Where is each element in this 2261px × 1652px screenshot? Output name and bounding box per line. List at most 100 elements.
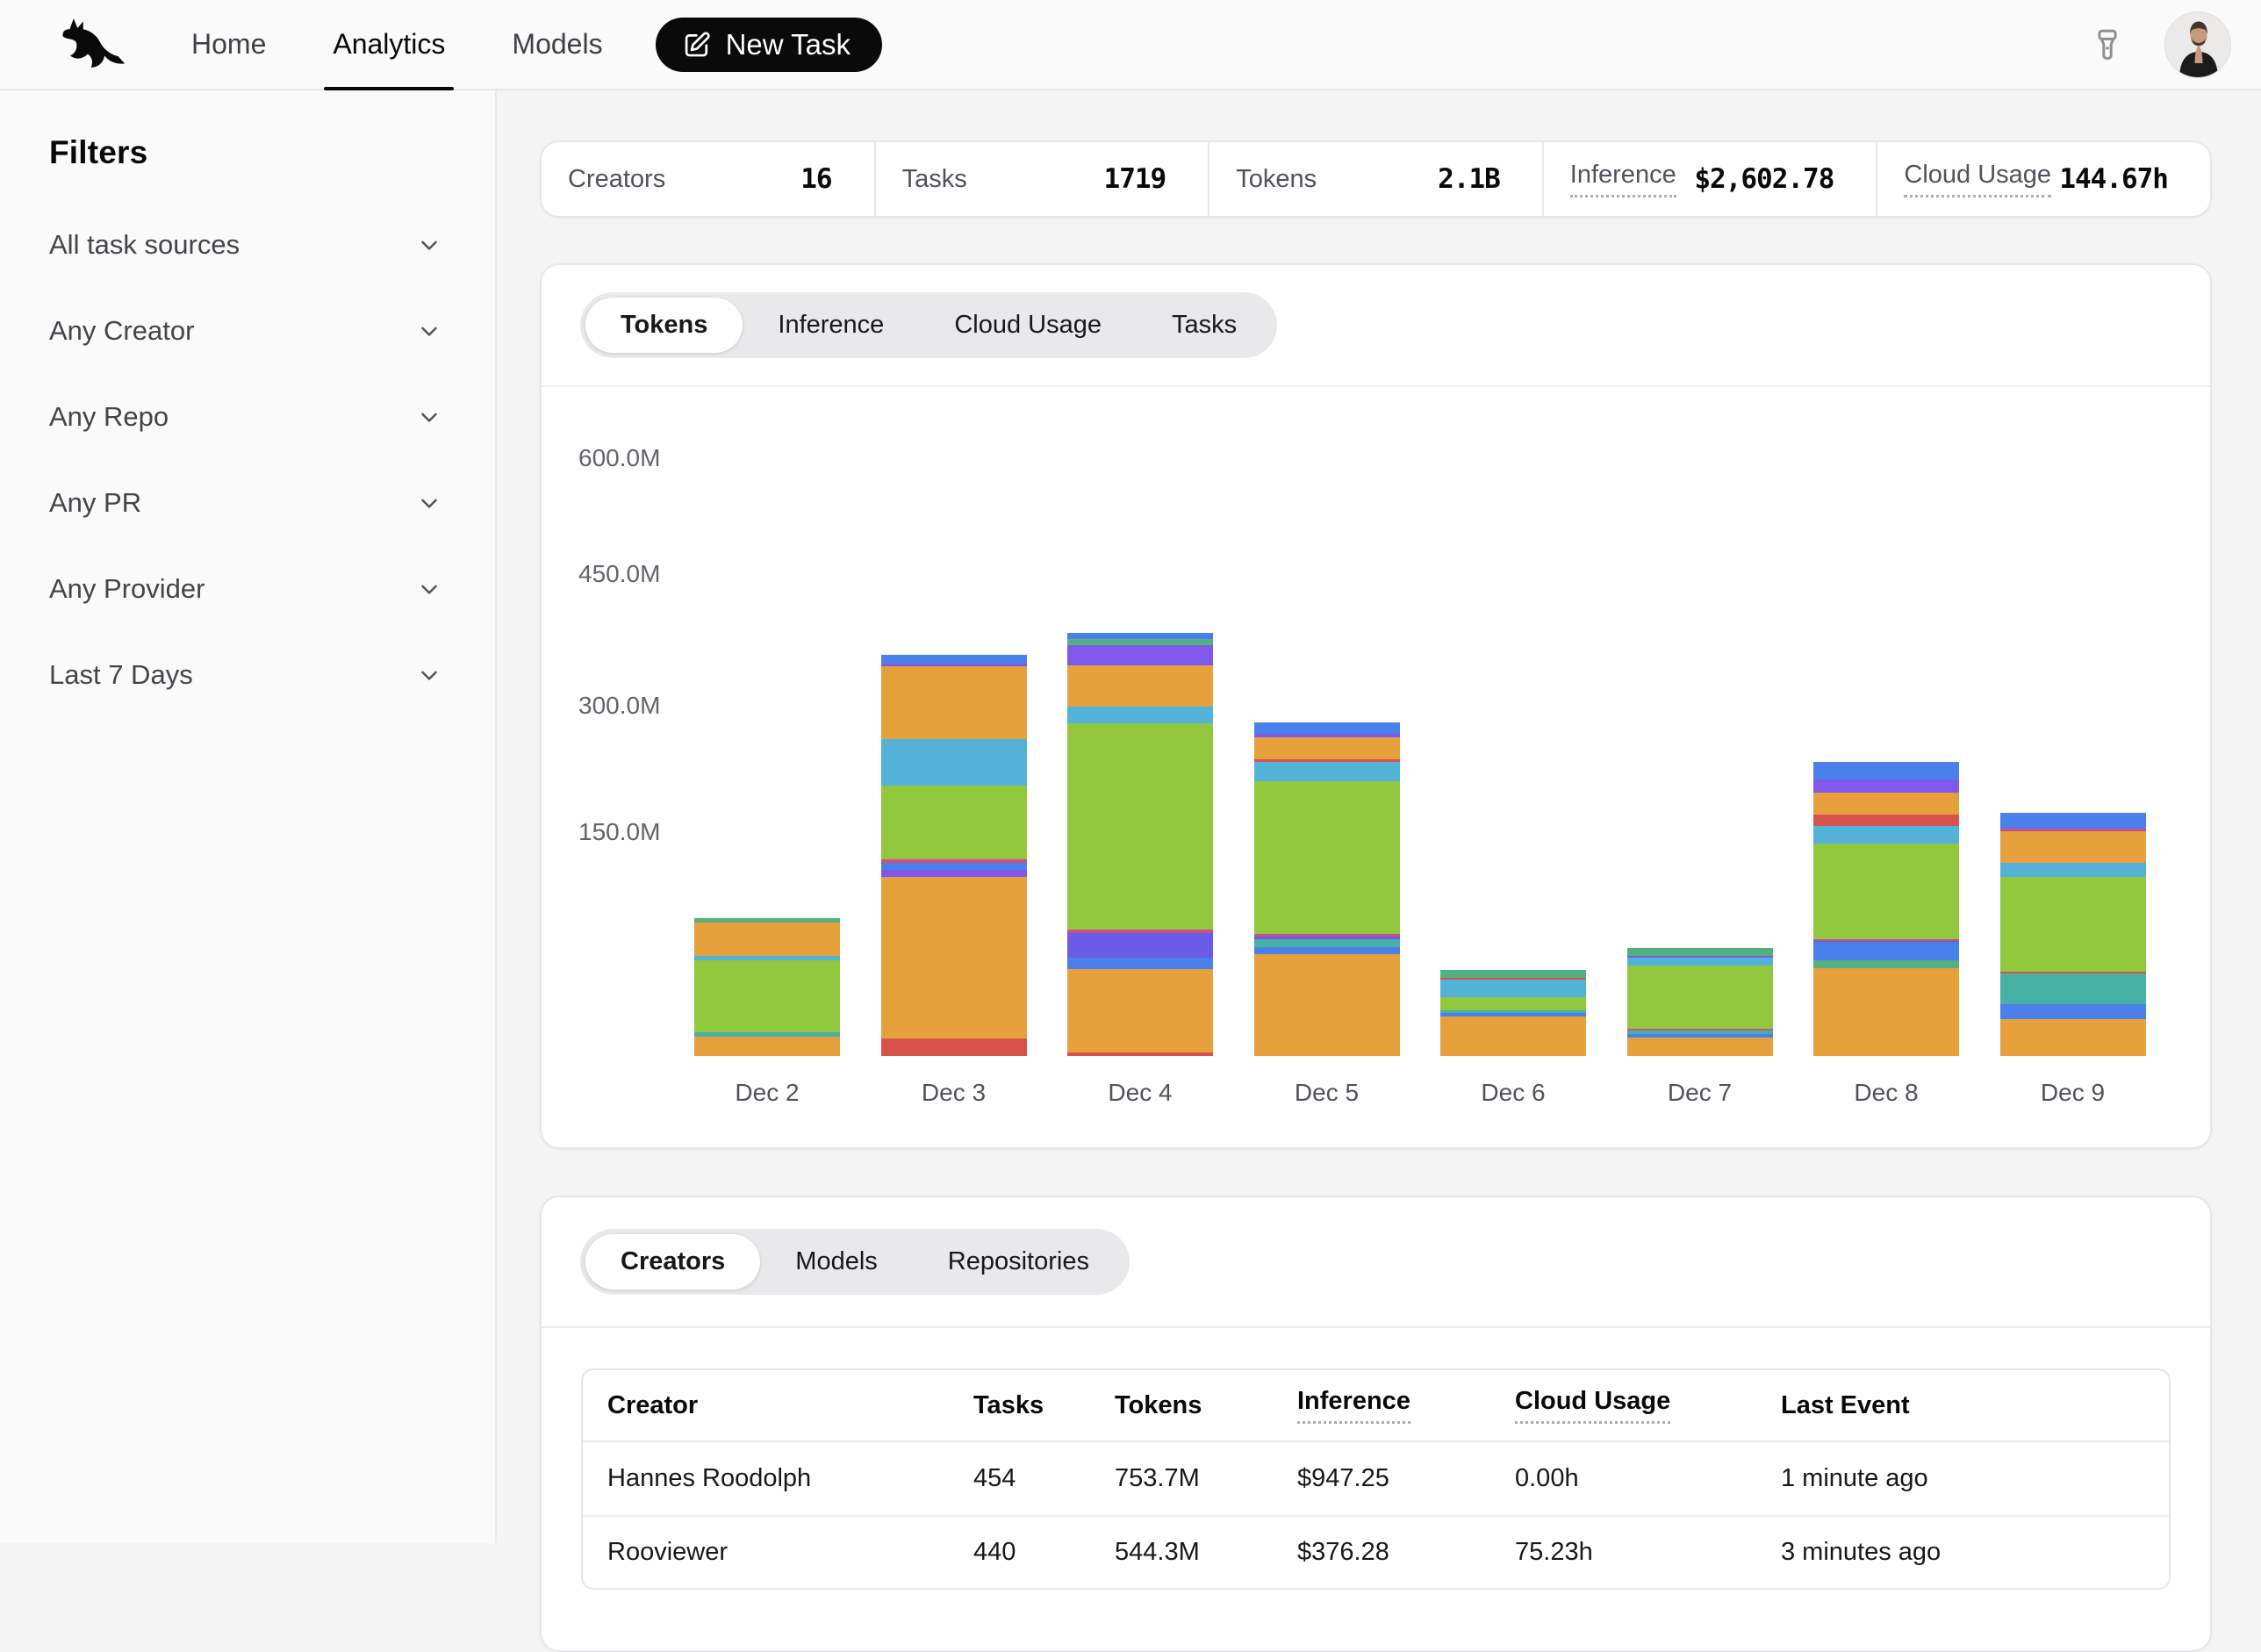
bar-segment-green[interactable]: [1627, 966, 1773, 1029]
x-axis-label: Dec 5: [1233, 1079, 1421, 1107]
bar-segment-orange[interactable]: [2000, 1019, 2146, 1056]
bar-segment-orange[interactable]: [1813, 968, 1959, 1056]
bar-segment-blue[interactable]: [1067, 958, 1213, 969]
filter-dropdown[interactable]: Any Repo: [49, 394, 442, 440]
table-row[interactable]: Hannes Roodolph454753.7M$947.250.00h1 mi…: [583, 1442, 2169, 1515]
bar-segment-orange[interactable]: [881, 666, 1027, 739]
table-cell-tasks: 454: [973, 1464, 1115, 1493]
bar-segment-indigo[interactable]: [1067, 933, 1213, 958]
bar-segment-orange[interactable]: [1254, 954, 1400, 1056]
bar-dec-7[interactable]: [1627, 948, 1773, 1056]
bar-dec-2[interactable]: [694, 918, 840, 1056]
bar-segment-skyblue[interactable]: [1813, 826, 1959, 844]
bar-segment-seagreen[interactable]: [1813, 960, 1959, 969]
bar-dec-6[interactable]: [1440, 970, 1586, 1056]
bar-segment-orange[interactable]: [694, 923, 840, 955]
main-content: Creators 16 Tasks 1719 Tokens 2.1B Infer…: [497, 90, 2261, 1543]
bar-segment-green[interactable]: [1067, 723, 1213, 930]
bar-segment-orange[interactable]: [1067, 969, 1213, 1052]
filter-dropdown[interactable]: Last 7 Days: [49, 652, 442, 698]
bar-dec-3[interactable]: [881, 655, 1027, 1056]
kangaroo-logo-icon: [54, 14, 131, 75]
new-task-button[interactable]: New Task: [656, 18, 882, 72]
bar-segment-red[interactable]: [1067, 1052, 1213, 1056]
bar-segment-green[interactable]: [1813, 844, 1959, 939]
nav-item[interactable]: Analytics: [299, 0, 478, 89]
bar-segment-green[interactable]: [1254, 781, 1400, 934]
bar-segment-blue[interactable]: [1254, 722, 1400, 734]
bar-segment-purple[interactable]: [1813, 779, 1959, 793]
bar-segment-blue[interactable]: [2000, 1004, 2146, 1019]
bar-segment-orange[interactable]: [1254, 737, 1400, 759]
bar-segment-green[interactable]: [1440, 997, 1586, 1010]
chart-tab[interactable]: Inference: [743, 298, 919, 353]
bar-segment-seagreen[interactable]: [1627, 948, 1773, 956]
table-cell-tokens: 544.3M: [1115, 1538, 1297, 1567]
avatar[interactable]: [2164, 11, 2231, 78]
bar-segment-teal[interactable]: [2000, 973, 2146, 1004]
bar-segment-blue[interactable]: [1067, 633, 1213, 639]
brand-logo[interactable]: [26, 14, 158, 75]
bar-segment-blue[interactable]: [881, 863, 1027, 870]
stat-cell: Inference $2,602.78: [1542, 142, 1877, 216]
bar-dec-4[interactable]: [1067, 633, 1213, 1056]
bar-segment-purple[interactable]: [1067, 645, 1213, 665]
bar-segment-skyblue[interactable]: [2000, 863, 2146, 876]
filters-title: Filters: [49, 134, 442, 171]
chart-tab[interactable]: Tasks: [1137, 298, 1272, 353]
bar-segment-orange[interactable]: [694, 1037, 840, 1056]
table-cell-last-event: 3 minutes ago: [1781, 1538, 2144, 1567]
flashlight-icon[interactable]: [2089, 26, 2126, 63]
table-tabs: CreatorsModelsRepositories: [542, 1197, 2210, 1328]
bar-segment-blue[interactable]: [1813, 942, 1959, 959]
bar-segment-teal[interactable]: [1254, 939, 1400, 948]
chart-tab[interactable]: Tokens: [585, 298, 743, 353]
bar-segment-orange[interactable]: [1627, 1038, 1773, 1056]
filter-dropdown[interactable]: All task sources: [49, 222, 442, 268]
y-axis-tick: 300.0M: [578, 692, 660, 720]
new-task-label: New Task: [726, 28, 851, 61]
bar-segment-green[interactable]: [881, 786, 1027, 860]
filter-dropdown[interactable]: Any Creator: [49, 308, 442, 354]
stat-label: Tokens: [1236, 165, 1317, 194]
bar-segment-green[interactable]: [694, 960, 840, 1033]
bar-segment-blue[interactable]: [881, 655, 1027, 664]
table-tab[interactable]: Creators: [585, 1234, 760, 1289]
table-tab[interactable]: Models: [760, 1234, 913, 1289]
bar-segment-blue[interactable]: [1254, 947, 1400, 954]
bar-dec-9[interactable]: [2000, 813, 2146, 1056]
bar-segment-blue[interactable]: [2000, 813, 2146, 829]
chart-tab[interactable]: Cloud Usage: [919, 298, 1137, 353]
stat-label[interactable]: Cloud Usage: [1904, 161, 2051, 198]
bar-segment-skyblue[interactable]: [881, 739, 1027, 786]
bar-dec-5[interactable]: [1254, 722, 1400, 1056]
table-row[interactable]: Rooviewer440544.3M$376.2875.23h3 minutes…: [583, 1515, 2169, 1588]
bar-segment-seagreen[interactable]: [1067, 639, 1213, 645]
nav-item[interactable]: Models: [478, 0, 635, 89]
bar-segment-orange[interactable]: [2000, 831, 2146, 864]
bar-segment-seagreen[interactable]: [1440, 970, 1586, 978]
table-tab[interactable]: Repositories: [913, 1234, 1124, 1289]
bar-segment-orange[interactable]: [881, 877, 1027, 1038]
main-nav: HomeAnalyticsModels: [158, 0, 636, 89]
stat-value: 1719: [1104, 163, 1166, 195]
bar-segment-red[interactable]: [881, 1038, 1027, 1056]
stat-label[interactable]: Inference: [1570, 161, 1676, 198]
bar-segment-blue[interactable]: [1813, 762, 1959, 779]
bar-segment-orange[interactable]: [1440, 1016, 1586, 1056]
filter-dropdown[interactable]: Any Provider: [49, 566, 442, 612]
filter-dropdown[interactable]: Any PR: [49, 480, 442, 526]
bar-segment-orange[interactable]: [1813, 793, 1959, 815]
bar-segment-skyblue[interactable]: [1067, 707, 1213, 723]
bar-segment-skyblue[interactable]: [1440, 980, 1586, 997]
bar-segment-skyblue[interactable]: [1627, 958, 1773, 966]
chevron-down-icon: [416, 404, 442, 430]
bar-segment-red[interactable]: [1813, 815, 1959, 826]
filter-list: All task sources Any Creator Any Repo An…: [49, 222, 442, 698]
bar-segment-green[interactable]: [2000, 877, 2146, 973]
bar-segment-purple[interactable]: [881, 870, 1027, 877]
bar-dec-8[interactable]: [1813, 762, 1959, 1056]
bar-segment-orange[interactable]: [1067, 665, 1213, 707]
bar-segment-skyblue[interactable]: [1254, 762, 1400, 781]
nav-item[interactable]: Home: [158, 0, 299, 89]
